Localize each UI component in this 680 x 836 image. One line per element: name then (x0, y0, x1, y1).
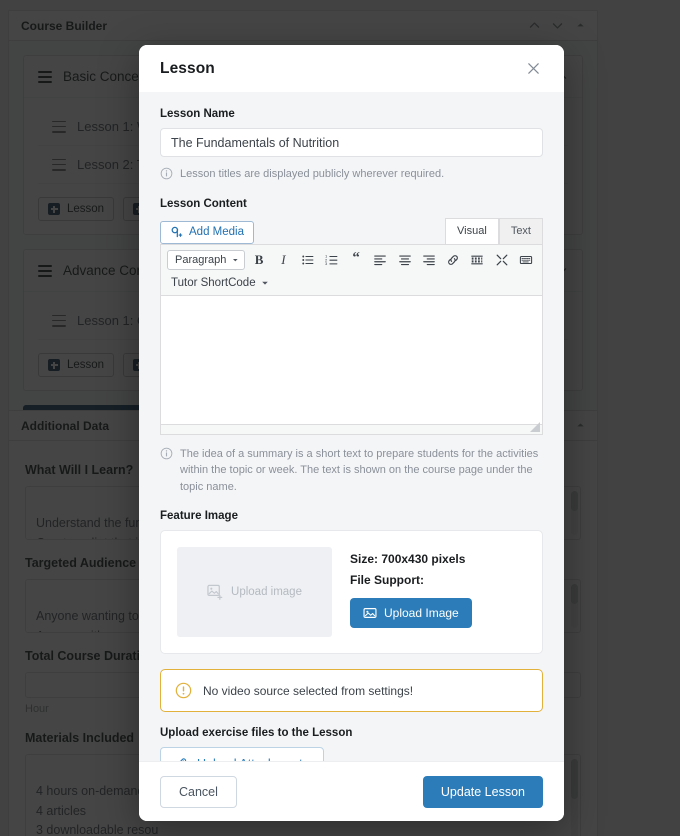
add-media-button[interactable]: Add Media (160, 220, 254, 244)
lesson-content-label: Lesson Content (160, 197, 247, 210)
modal-header: Lesson (139, 45, 564, 92)
lesson-name-hint: Lesson titles are displayed publicly whe… (160, 166, 543, 183)
feature-image-placeholder-label: Upload image (231, 586, 302, 599)
align-center-icon[interactable] (395, 250, 415, 271)
lesson-content-hint: The idea of a summary is a short text to… (160, 446, 543, 496)
resize-handle-icon[interactable] (530, 421, 540, 432)
fullscreen-icon[interactable] (492, 250, 512, 271)
feature-image-section: Feature Image Upload image Size: 700x430… (160, 510, 543, 655)
image-plus-icon (207, 584, 223, 600)
update-lesson-button[interactable]: Update Lesson (422, 775, 543, 808)
feature-image-meta: Size: 700x430 pixels File Support: Uploa… (350, 547, 472, 629)
toolbar-row-primary: Paragraph B I 123 “ (167, 250, 536, 271)
lesson-modal: Lesson Lesson Name Lesson titles are dis… (139, 45, 564, 821)
paragraph-format-value: Paragraph (175, 254, 227, 267)
add-media-icon (171, 226, 183, 238)
lesson-name-label: Lesson Name (160, 108, 235, 120)
upload-image-button[interactable]: Upload Image (350, 598, 472, 629)
feature-image-size: Size: 700x430 pixels (350, 552, 466, 567)
editor-frame: Paragraph B I 123 “ Tutor ShortCode (160, 243, 543, 435)
align-left-icon[interactable] (370, 250, 390, 271)
toolbar-toggle-icon[interactable] (516, 250, 536, 271)
upload-image-label: Upload Image (384, 606, 459, 621)
bulleted-list-icon[interactable] (298, 250, 318, 271)
editor-mode-tabs: Visual Text (445, 217, 543, 244)
paragraph-format-select[interactable]: Paragraph (167, 250, 245, 271)
info-icon (160, 447, 173, 460)
feature-image-file-support: File Support: (350, 573, 424, 588)
feature-image-label: Feature Image (160, 510, 238, 523)
modal-title: Lesson (160, 59, 215, 77)
italic-icon[interactable]: I (273, 250, 293, 271)
svg-text:3: 3 (325, 261, 328, 266)
feature-image-placeholder[interactable]: Upload image (177, 547, 332, 638)
tutor-shortcode-button[interactable]: Tutor ShortCode (167, 275, 273, 291)
tab-text[interactable]: Text (498, 217, 543, 244)
blockquote-icon[interactable]: “ (346, 250, 366, 271)
read-more-icon[interactable] (467, 250, 487, 271)
close-icon[interactable] (524, 59, 543, 78)
video-source-notice-text: No video source selected from settings! (203, 683, 414, 698)
bold-icon[interactable]: B (249, 250, 269, 271)
lesson-name-hint-text: Lesson titles are displayed publicly whe… (180, 168, 445, 180)
link-icon[interactable] (443, 250, 463, 271)
lesson-name-input[interactable] (160, 128, 543, 157)
add-media-label: Add Media (189, 226, 244, 239)
modal-body: Lesson Name Lesson titles are displayed … (139, 92, 564, 761)
tab-visual[interactable]: Visual (445, 217, 499, 244)
modal-footer: Cancel Update Lesson (139, 761, 564, 821)
attachments-label: Upload exercise files to the Lesson (160, 727, 353, 740)
attachments-section: Upload exercise files to the Lesson Uplo… (160, 727, 543, 761)
tutor-shortcode-label: Tutor ShortCode (171, 276, 256, 289)
cancel-button[interactable]: Cancel (160, 775, 237, 808)
toolbar-row-secondary: Tutor ShortCode (167, 275, 536, 291)
lesson-content-section: Lesson Content Add Media Visual Text Par… (160, 198, 543, 496)
warning-icon (175, 683, 192, 699)
editor-status-bar (161, 421, 542, 434)
upload-attachments-button[interactable]: Upload Attachments (160, 747, 324, 761)
feature-image-card: Upload image Size: 700x430 pixels File S… (160, 530, 543, 655)
chevron-down-icon (261, 281, 268, 285)
video-source-notice: No video source selected from settings! (160, 669, 543, 713)
editor-toolbar: Paragraph B I 123 “ Tutor ShortCode (161, 244, 542, 296)
numbered-list-icon[interactable]: 123 (322, 250, 342, 271)
image-icon (363, 608, 377, 619)
editor-top-bar: Add Media Visual Text (160, 217, 543, 244)
info-icon (160, 167, 173, 180)
chevron-down-icon (233, 259, 239, 262)
lesson-content-hint-text: The idea of a summary is a short text to… (180, 447, 539, 493)
align-right-icon[interactable] (419, 250, 439, 271)
editor-content-area[interactable] (161, 295, 542, 424)
